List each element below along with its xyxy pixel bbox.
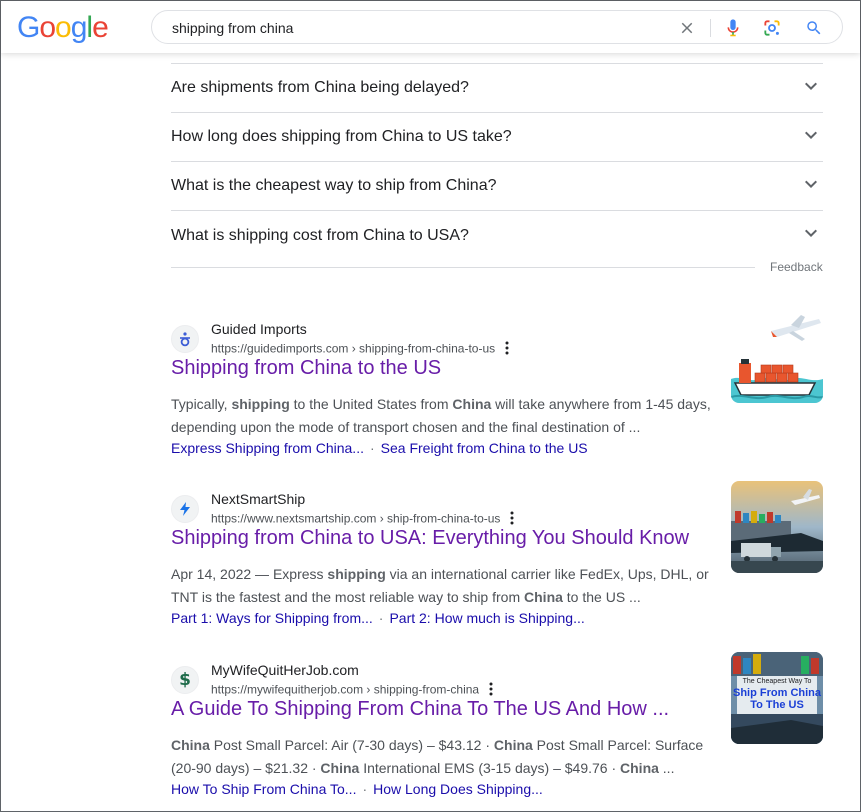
search-box[interactable]: [151, 10, 843, 44]
logo-letter: e: [92, 11, 109, 44]
search-result: $ MyWifeQuitHerJob.com https://mywifequi…: [171, 652, 823, 812]
search-result: Guided Imports https://guidedimports.com…: [171, 311, 823, 471]
header: Google: [1, 1, 860, 53]
paa-question[interactable]: How long does shipping from China to US …: [171, 113, 823, 162]
site-name[interactable]: Guided Imports: [211, 321, 307, 337]
microphone-icon[interactable]: [722, 17, 744, 39]
sublink-separator: ·: [362, 781, 368, 797]
feedback-divider: [171, 267, 755, 268]
result-title-link[interactable]: Shipping from China to USA: Everything Y…: [171, 525, 689, 551]
result-thumbnail[interactable]: The Cheapest Way To Ship From China To T…: [731, 652, 823, 744]
paa-item-partial: [171, 53, 823, 64]
sublink[interactable]: Express Shipping from China...: [171, 440, 364, 456]
sublink[interactable]: Part 1: Ways for Shipping from...: [171, 610, 373, 626]
sublink-separator: ·: [369, 440, 375, 456]
search-input[interactable]: [172, 18, 652, 38]
logo-letter: o: [39, 11, 56, 44]
site-url-text: https://www.nextsmartship.com › ship-fro…: [211, 511, 501, 526]
chevron-down-icon: [799, 123, 823, 152]
paa-question[interactable]: What is the cheapest way to ship from Ch…: [171, 162, 823, 211]
site-name[interactable]: NextSmartShip: [211, 491, 305, 507]
result-sublinks: How To Ship From China To... · How Long Do…: [171, 781, 543, 797]
paa-question-text: Are shipments from China being delayed?: [171, 79, 469, 96]
paa-question-text: What is shipping cost from China to USA?: [171, 226, 469, 244]
search-result: NextSmartShip https://www.nextsmartship.…: [171, 481, 823, 641]
site-url-text: https://guidedimports.com › shipping-fro…: [211, 341, 496, 356]
site-url-text: https://mywifequitherjob.com › shipping-…: [211, 682, 480, 697]
result-snippet: China Post Small Parcel: Air (7-30 days)…: [171, 737, 704, 776]
result-sublinks: Part 1: Ways for Shipping from... · Part 2…: [171, 610, 585, 626]
paa-question-text: What is the cheapest way to ship from Ch…: [171, 177, 497, 194]
dollar-sign-logo-icon: $: [171, 666, 199, 694]
feedback-link[interactable]: Feedback: [770, 260, 823, 274]
chevron-down-icon: [799, 221, 823, 250]
paa-question-text: How long does shipping from China to US …: [171, 128, 512, 145]
site-name[interactable]: MyWifeQuitHerJob.com: [211, 662, 359, 678]
lens-icon[interactable]: [761, 17, 783, 39]
sublink[interactable]: Part 2: How much is Shipping...: [389, 610, 584, 626]
sublink-separator: ·: [378, 610, 384, 626]
paa-question[interactable]: Are shipments from China being delayed?: [171, 64, 823, 113]
thumb-caption-main: Ship From China To The US: [733, 687, 821, 711]
nextsmartship-logo-icon: [171, 495, 199, 523]
thumb-caption-top: The Cheapest Way To: [742, 678, 812, 685]
search-divider: [710, 19, 711, 37]
result-snippet: Typically, shipping to the United States…: [171, 396, 711, 435]
paa-question[interactable]: What is shipping cost from China to USA?: [171, 211, 823, 260]
more-options-icon[interactable]: [505, 341, 509, 358]
sublink[interactable]: How To Ship From China To...: [171, 781, 356, 797]
sublink[interactable]: How Long Does Shipping...: [373, 781, 543, 797]
sublink[interactable]: Sea Freight from China to the US: [381, 440, 588, 456]
logo-letter: g: [70, 11, 88, 44]
result-snippet: Apr 14, 2022 — Express shipping via an i…: [171, 566, 709, 605]
chevron-down-icon: [799, 74, 823, 103]
result-sublinks: Express Shipping from China... · Sea Freig…: [171, 440, 588, 456]
logo-letter: o: [55, 11, 72, 44]
logo-letter: G: [17, 11, 40, 44]
chevron-down-icon: [799, 172, 823, 201]
result-thumbnail[interactable]: [731, 481, 823, 573]
result-thumbnail[interactable]: [731, 311, 823, 403]
result-title-link[interactable]: A Guide To Shipping From China To The US…: [171, 696, 669, 722]
result-title-link[interactable]: Shipping from China to the US: [171, 355, 441, 381]
google-logo[interactable]: Google: [17, 11, 109, 44]
guided-imports-logo-icon: [171, 325, 199, 353]
search-icon[interactable]: [803, 17, 825, 39]
clear-icon[interactable]: [676, 17, 698, 39]
